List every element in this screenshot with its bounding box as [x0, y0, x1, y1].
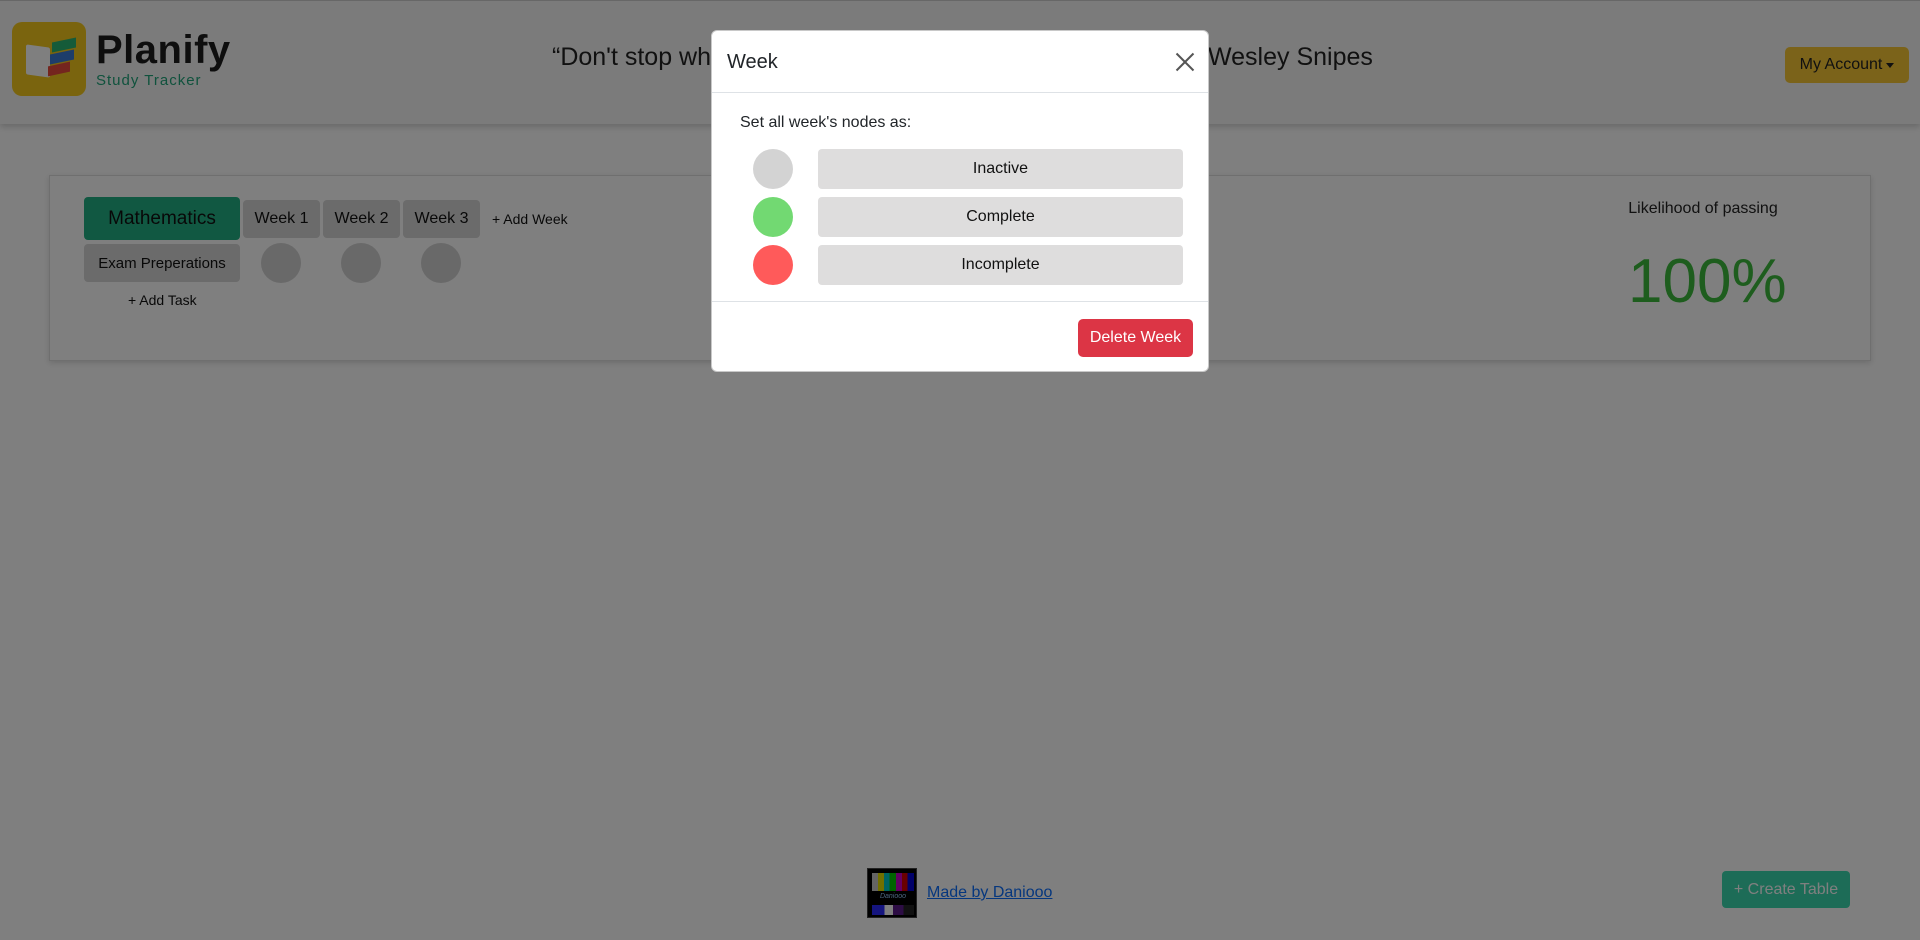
- status-option-complete: Complete: [712, 197, 1208, 237]
- delete-week-button[interactable]: Delete Week: [1078, 319, 1193, 357]
- modal-header: Week: [712, 31, 1208, 93]
- set-complete-button[interactable]: Complete: [818, 197, 1183, 237]
- close-icon[interactable]: [1172, 49, 1198, 75]
- status-option-inactive: Inactive: [712, 149, 1208, 189]
- modal-title: Week: [727, 51, 778, 73]
- status-option-incomplete: Incomplete: [712, 245, 1208, 285]
- modal-prompt: Set all week's nodes as:: [740, 114, 912, 131]
- set-incomplete-button[interactable]: Incomplete: [818, 245, 1183, 285]
- complete-status-dot: [753, 197, 793, 237]
- incomplete-status-dot: [753, 245, 793, 285]
- set-inactive-button[interactable]: Inactive: [818, 149, 1183, 189]
- inactive-status-dot: [753, 149, 793, 189]
- week-modal: Week Set all week's nodes as: Inactive C…: [711, 30, 1209, 372]
